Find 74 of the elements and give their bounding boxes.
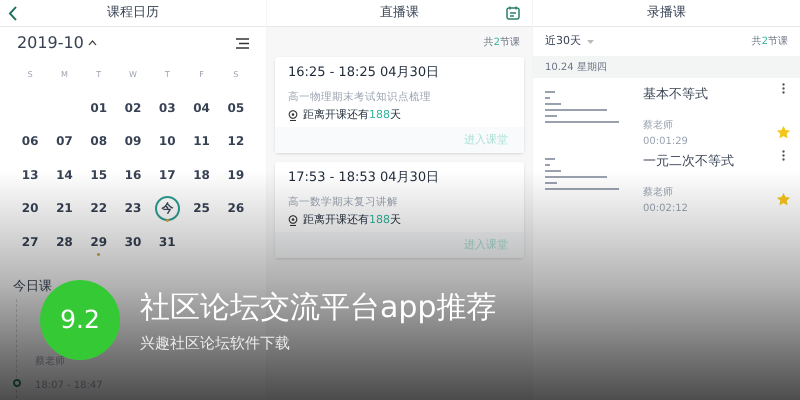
banner-title: 社区论坛交流平台app推荐 bbox=[140, 289, 496, 327]
back-icon[interactable] bbox=[8, 6, 18, 21]
calendar-day[interactable]: 29 bbox=[86, 229, 112, 254]
calendar-day[interactable]: 15 bbox=[86, 162, 112, 188]
section-title: 今日课 bbox=[13, 278, 53, 296]
calendar-day[interactable]: 31 bbox=[154, 229, 180, 254]
course-card[interactable]: 16:25 - 18:25 04月30日 高一物理期末考试知识点梳理 距离开课还有188天 进入课堂 bbox=[275, 57, 524, 153]
calendar-day[interactable]: 11 bbox=[189, 128, 214, 154]
countdown-text: 距离开课还有188天 bbox=[303, 212, 401, 228]
calendar-day[interactable]: 16 bbox=[120, 162, 146, 188]
screen-title: 课程日历 bbox=[107, 4, 159, 22]
calendar-day[interactable]: 27 bbox=[18, 229, 43, 254]
calendar-day[interactable]: 01 bbox=[86, 95, 112, 120]
calendar-icon[interactable] bbox=[506, 6, 520, 20]
weekday-label: S bbox=[28, 69, 33, 81]
video-title: 一元二次不等式 bbox=[643, 153, 735, 171]
month-selector[interactable]: 2019-10 bbox=[17, 31, 97, 55]
list-icon[interactable] bbox=[236, 38, 249, 48]
calendar-day[interactable]: 09 bbox=[120, 128, 146, 154]
course-count: 共2节课 bbox=[752, 34, 788, 49]
calendar-day[interactable]: 20 bbox=[18, 196, 43, 221]
course-name: 高一物理期末考试知识点梳理 bbox=[288, 90, 432, 104]
calendar-day[interactable]: 28 bbox=[52, 229, 77, 254]
calendar-day[interactable]: 10 bbox=[154, 128, 180, 154]
more-icon[interactable] bbox=[782, 150, 784, 161]
course-count: 共2节课 bbox=[484, 36, 520, 50]
calendar-day[interactable]: 02 bbox=[120, 95, 146, 120]
weekday-label: F bbox=[199, 69, 204, 81]
video-duration: 00:02:12 bbox=[643, 202, 689, 216]
countdown-text: 距离开课还有188天 bbox=[303, 107, 401, 124]
course-card[interactable]: 17:53 - 18:53 04月30日 高一数学期末复习讲解 距离开课还有188天 进入课堂 bbox=[275, 162, 524, 258]
weekday-label: W bbox=[129, 69, 137, 81]
calendar-day[interactable]: 30 bbox=[120, 229, 146, 254]
date-filter[interactable]: 近30天 bbox=[545, 33, 594, 50]
caret-icon bbox=[88, 40, 97, 46]
weekday-label: T bbox=[164, 69, 170, 81]
banner-subtitle: 兴趣社区论坛软件下载 bbox=[140, 333, 290, 353]
calendar-day[interactable]: 今 bbox=[154, 196, 180, 221]
star-icon[interactable] bbox=[776, 193, 790, 206]
weekday-label: M bbox=[60, 69, 68, 81]
video-title: 基本不等式 bbox=[643, 86, 709, 104]
calendar-day[interactable]: 19 bbox=[223, 162, 248, 188]
screen-title: 录播课 bbox=[647, 4, 686, 22]
calendar-day[interactable]: 23 bbox=[120, 196, 146, 221]
dropdown-icon bbox=[587, 40, 594, 44]
webcam-icon bbox=[288, 215, 298, 226]
calendar-day[interactable]: 26 bbox=[223, 196, 248, 221]
calendar-day[interactable]: 25 bbox=[189, 196, 214, 221]
weekday-label: S bbox=[233, 69, 238, 81]
weekday-label: T bbox=[96, 69, 102, 81]
screen-title: 直播课 bbox=[380, 4, 419, 22]
more-icon[interactable] bbox=[782, 83, 784, 94]
course-name: 高一数学期末复习讲解 bbox=[288, 194, 399, 210]
teacher-name: 蔡老师 bbox=[643, 186, 674, 200]
calendar-day[interactable]: 13 bbox=[18, 162, 43, 188]
date-label: 10.24 星期四 bbox=[545, 60, 607, 74]
webcam-icon bbox=[288, 110, 298, 121]
course-time: 17:53 - 18:53 04月30日 bbox=[288, 169, 440, 187]
star-icon[interactable] bbox=[776, 126, 790, 139]
course-time: 16:25 - 18:25 04月30日 bbox=[288, 64, 440, 82]
calendar-day[interactable]: 17 bbox=[154, 162, 180, 188]
calendar-day[interactable]: 18 bbox=[189, 162, 214, 188]
calendar-day[interactable]: 05 bbox=[223, 95, 248, 120]
calendar-day[interactable]: 07 bbox=[52, 128, 77, 154]
calendar-day[interactable]: 14 bbox=[52, 162, 77, 188]
calendar-day[interactable]: 12 bbox=[223, 128, 248, 154]
calendar-day[interactable]: 04 bbox=[189, 95, 214, 120]
calendar-day[interactable]: 08 bbox=[86, 128, 112, 154]
calendar-day[interactable]: 03 bbox=[154, 95, 180, 120]
calendar-day[interactable]: 06 bbox=[18, 128, 43, 154]
video-duration: 00:01:29 bbox=[643, 134, 689, 148]
calendar-day[interactable]: 21 bbox=[52, 196, 77, 221]
calendar-day[interactable]: 22 bbox=[86, 196, 112, 221]
teacher-name: 蔡老师 bbox=[643, 118, 674, 132]
